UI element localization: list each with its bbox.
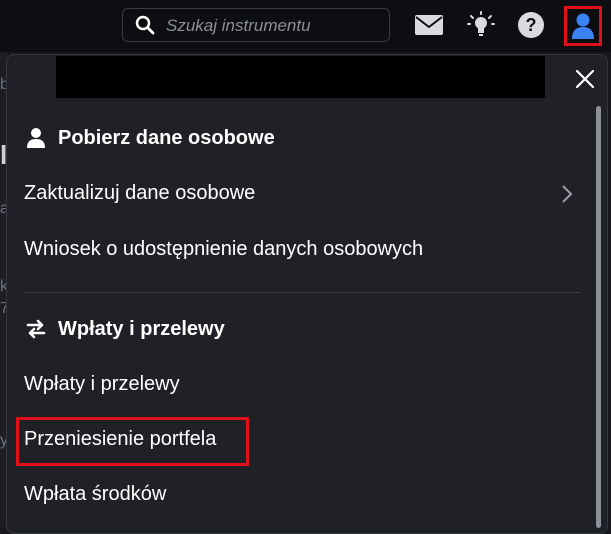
top-bar: Szukaj instrumentu ? [0,0,611,52]
search-placeholder: Szukaj instrumentu [166,16,311,35]
user-icon [572,13,594,39]
section-title: Pobierz dane osobowe [58,126,275,149]
user-account-button[interactable] [564,6,602,46]
menu-item-deposit-funds[interactable]: Wpłata środków [24,483,166,506]
search-icon [135,15,155,35]
svg-text:?: ? [526,15,537,35]
transfer-arrows-icon [24,317,48,341]
scrollbar[interactable] [596,106,601,528]
help-button[interactable]: ? [515,10,547,40]
lightbulb-icon [467,11,495,36]
divider [24,292,580,293]
menu-item-data-access-request[interactable]: Wniosek o udostępnienie danych osobowych [24,238,423,261]
close-icon[interactable] [574,68,596,90]
menu-item-deposits-transfers[interactable]: Wpłaty i przelewy [24,373,180,396]
help-icon: ? [518,12,544,38]
highlight-box [16,417,249,466]
mail-button[interactable] [413,10,445,40]
section-personal-data: Pobierz dane osobowe [24,126,275,150]
menu-item-update-personal-data[interactable]: Zaktualizuj dane osobowe [24,182,255,205]
tips-button[interactable] [465,10,497,40]
person-icon [24,126,48,150]
search-box[interactable]: Szukaj instrumentu [122,8,390,42]
redacted-bar [56,56,545,98]
section-transfers: Wpłaty i przelewy [24,317,225,341]
chevron-right-icon[interactable] [560,184,574,204]
mail-icon [415,15,443,35]
section-title: Wpłaty i przelewy [58,317,225,340]
